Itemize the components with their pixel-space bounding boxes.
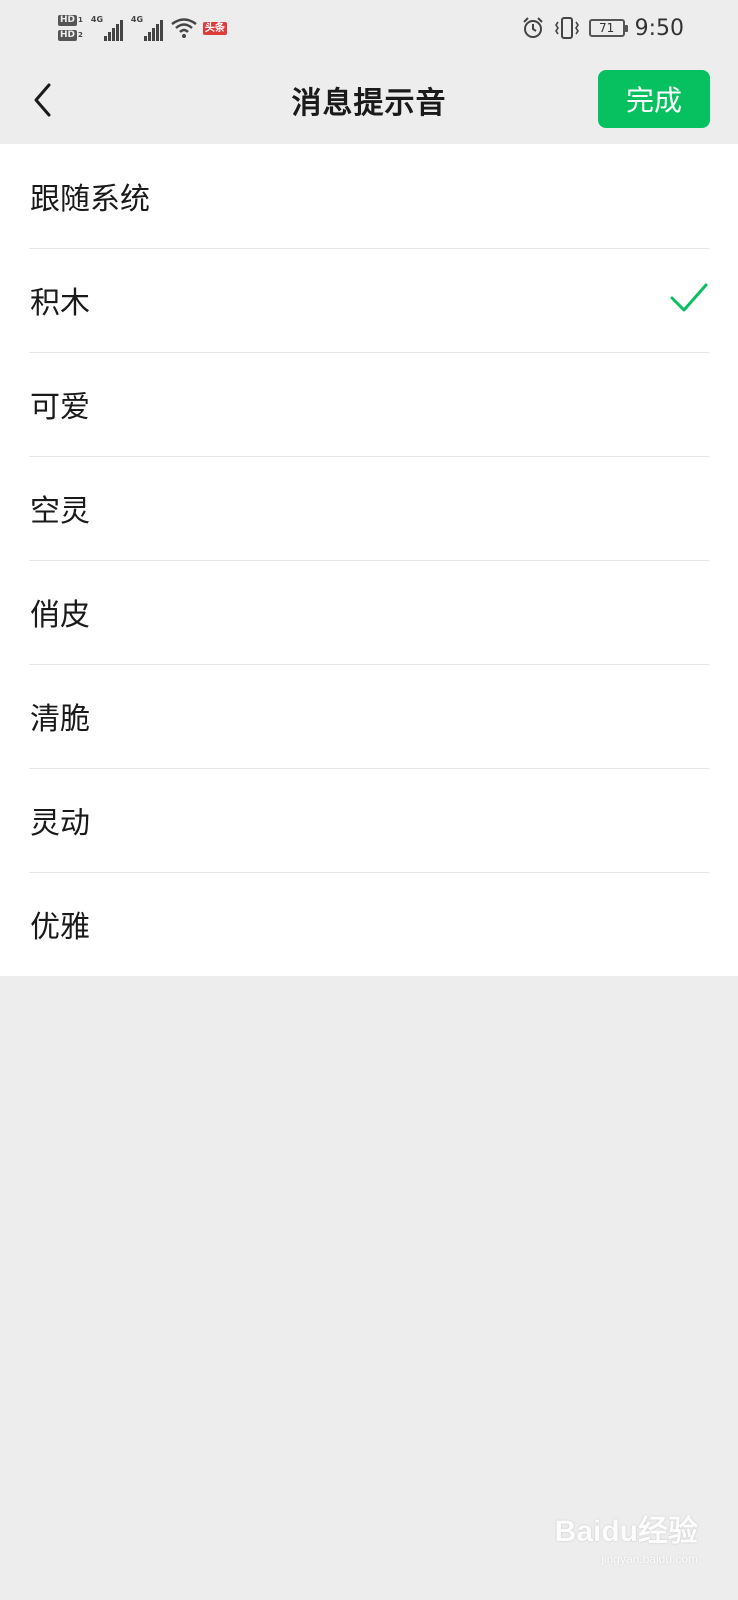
- nav-header: 消息提示音 完成: [0, 56, 738, 144]
- option-item-qiaopi[interactable]: 俏皮: [0, 560, 738, 664]
- option-item-keai[interactable]: 可爱: [0, 352, 738, 456]
- status-bar-right: 71 9:50: [521, 10, 684, 46]
- wifi-icon: [171, 18, 197, 38]
- option-item-youya[interactable]: 优雅: [0, 872, 738, 976]
- alarm-icon: [522, 17, 543, 38]
- baidu-jingyan-watermark: Baidu经验 jingyan.baidu.com: [555, 1506, 698, 1566]
- option-item-kongling[interactable]: 空灵: [0, 456, 738, 560]
- watermark-brand: Baidu经验: [554, 1515, 698, 1548]
- hd-indicators: HD 1 HD 2: [58, 15, 83, 41]
- option-label: 俏皮: [30, 598, 90, 633]
- ringtone-options-list: 跟随系统 积木 可爱 空灵 俏皮 清脆 灵动 优雅: [0, 144, 738, 976]
- option-label: 空灵: [30, 494, 90, 529]
- hd-label-2: HD: [58, 30, 78, 41]
- status-time: 9:50: [634, 15, 684, 41]
- signal-icon-2: 4G: [131, 15, 163, 41]
- watermark-sub: jingyan.baidu.com: [601, 1552, 698, 1566]
- status-bar-left: HD 1 HD 2 4G 4G 头条: [58, 8, 227, 48]
- option-label: 清脆: [30, 702, 90, 737]
- hd-index-1: 1: [78, 16, 83, 24]
- option-item-qingcui[interactable]: 清脆: [0, 664, 738, 768]
- option-item-jimu[interactable]: 积木: [0, 248, 738, 352]
- network-type-1: 4G: [90, 15, 104, 24]
- vibrate-icon: [554, 17, 579, 39]
- hd-index-2: 2: [78, 31, 83, 39]
- hd-label-1: HD: [58, 15, 78, 26]
- checkmark-icon: [670, 283, 708, 312]
- option-label: 可爱: [30, 390, 90, 425]
- battery-icon: 71: [588, 19, 628, 37]
- option-item-follow-system[interactable]: 跟随系统: [0, 144, 738, 248]
- option-label: 积木: [30, 286, 90, 321]
- option-label: 跟随系统: [30, 182, 150, 217]
- signal-icon-1: 4G: [91, 15, 123, 41]
- option-label: 优雅: [30, 910, 90, 945]
- hd-badge-2: HD 2: [58, 30, 83, 41]
- done-button[interactable]: 完成: [598, 70, 710, 128]
- option-label: 灵动: [30, 806, 90, 841]
- network-type-2: 4G: [130, 15, 144, 24]
- battery-level: 71: [598, 21, 615, 35]
- option-item-lingdong[interactable]: 灵动: [0, 768, 738, 872]
- toutiao-notification-badge: 头条: [202, 21, 227, 35]
- hd-badge-1: HD 1: [58, 15, 83, 26]
- status-bar: HD 1 HD 2 4G 4G 头条 71 9:50: [0, 0, 738, 56]
